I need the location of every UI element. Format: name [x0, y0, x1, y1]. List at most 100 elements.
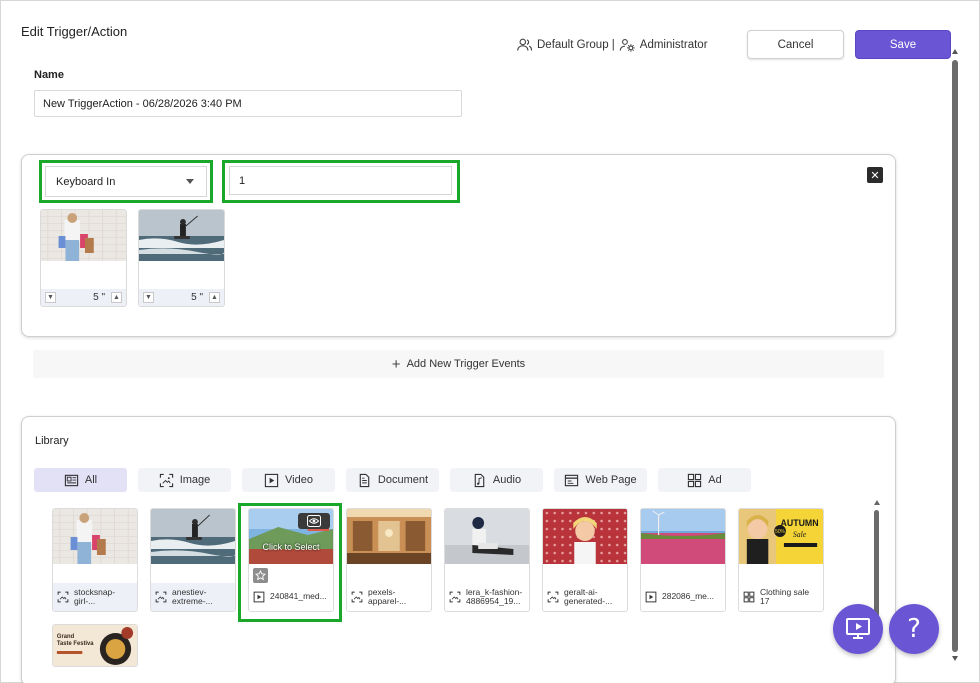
add-trigger-events-button[interactable]: + Add New Trigger Events — [33, 350, 884, 378]
ad-sale-text: Sale — [793, 530, 807, 539]
library-item-name: geralt-ai-generated-... — [564, 587, 613, 606]
image-icon — [155, 591, 167, 603]
cancel-button[interactable]: Cancel — [747, 30, 844, 59]
name-label: Name — [34, 69, 64, 81]
tab-label: Video — [285, 474, 313, 486]
ai-woman-thumbnail — [543, 509, 627, 564]
library-scroll-up-icon[interactable] — [874, 500, 880, 505]
food-festival-thumbnail: Grand Taste Festiva — [53, 625, 137, 666]
library-item-name: Clothing sale 17 — [760, 587, 810, 606]
ad-title-text: AUTUMN — [781, 518, 819, 528]
ad-icon — [688, 473, 702, 487]
admin-gear-icon — [619, 39, 635, 52]
festival-line-2: Taste Festiva — [57, 641, 94, 647]
increase-duration-button[interactable]: ▲ — [209, 292, 220, 303]
duration-control: ▼ 5 " ▲ — [139, 289, 224, 306]
image-icon — [159, 473, 173, 487]
tab-label: Web Page — [585, 474, 637, 486]
increase-duration-button[interactable]: ▲ — [111, 292, 122, 303]
ad-icon — [743, 591, 755, 603]
user-group-icon — [517, 38, 533, 51]
library-item-name: stocksnap-girl-... — [74, 587, 116, 606]
tab-ad[interactable]: Ad — [658, 468, 751, 492]
tab-label: Document — [377, 474, 429, 486]
trigger-item[interactable]: ▼ 5 " ▲ — [138, 209, 225, 307]
group-name: Default Group | — [537, 38, 615, 51]
library-item[interactable]: Grand Taste Festiva — [52, 624, 138, 667]
image-icon — [57, 591, 69, 603]
duration-value[interactable]: 5 " — [93, 292, 105, 303]
plus-icon: + — [391, 355, 401, 373]
library-item[interactable]: 282086_me... — [640, 508, 726, 612]
kitesurf-thumbnail — [151, 509, 235, 564]
trigger-type-value: Keyboard In — [56, 175, 116, 188]
library-item-label: Clothing sale 17 — [739, 583, 823, 611]
kitesurf-thumbnail — [139, 210, 224, 261]
apparel-store-thumbnail — [347, 509, 431, 564]
library-item-name: anestiev-extreme-... — [172, 587, 213, 606]
shopping-girl-thumbnail — [41, 210, 126, 261]
library-item[interactable]: anestiev-extreme-... — [150, 508, 236, 612]
autumn-sale-thumbnail: AUTUMN Sale 50% — [739, 509, 823, 564]
decrease-duration-button[interactable]: ▼ — [45, 292, 56, 303]
audio-icon — [474, 473, 485, 487]
tab-label: Audio — [492, 474, 522, 486]
all-icon — [64, 474, 79, 486]
library-item-name: pexels-apparel-... — [368, 587, 407, 606]
image-icon — [547, 591, 559, 603]
tab-web-page[interactable]: Web Page — [554, 468, 647, 492]
library-item-label: pexels-apparel-... — [347, 583, 431, 611]
tab-label: Image — [179, 474, 211, 486]
library-item[interactable]: AUTUMN Sale 50% Clothing sale 17 — [738, 508, 824, 612]
tab-all[interactable]: All — [34, 468, 127, 492]
library-title: Library — [35, 435, 69, 447]
question-mark-icon: ? — [907, 614, 921, 644]
library-scrollbar[interactable] — [874, 510, 879, 620]
tab-audio[interactable]: Audio — [450, 468, 543, 492]
library-item-label: stocksnap-girl-... — [53, 583, 137, 611]
library-item-label: geralt-ai-generated-... — [543, 583, 627, 611]
save-button[interactable]: Save — [855, 30, 951, 59]
library-item-name: lera_k-fashion-4886954_19... — [466, 587, 523, 606]
library-item-name: 282086_me... — [662, 592, 714, 602]
library-item[interactable]: lera_k-fashion-4886954_19... — [444, 508, 530, 612]
page-scroll-up-icon[interactable] — [952, 49, 958, 54]
selected-item-highlight — [238, 503, 342, 622]
name-input[interactable]: New TriggerAction - 06/28/2026 3:40 PM — [34, 90, 462, 117]
tab-image[interactable]: Image — [138, 468, 231, 492]
video-icon — [645, 591, 657, 603]
tab-label: Ad — [708, 474, 722, 486]
library-item[interactable]: geralt-ai-generated-... — [542, 508, 628, 612]
document-icon — [359, 473, 370, 487]
dropdown-arrow-icon — [186, 179, 194, 184]
trigger-type-select[interactable]: Keyboard In — [45, 166, 207, 197]
fashion-model-thumbnail — [445, 509, 529, 564]
page-scroll-down-icon[interactable] — [952, 656, 958, 661]
tab-video[interactable]: Video — [242, 468, 335, 492]
trigger-item[interactable]: ▼ 5 " ▲ — [40, 209, 127, 307]
user-info: Default Group | Administrator — [516, 36, 708, 53]
image-icon — [449, 591, 461, 603]
library-item-label: 282086_me... — [641, 583, 725, 611]
page-title: Edit Trigger/Action — [21, 24, 128, 39]
tab-document[interactable]: Document — [346, 468, 439, 492]
web-page-icon — [565, 474, 579, 486]
image-icon — [351, 591, 363, 603]
decrease-duration-button[interactable]: ▼ — [143, 292, 154, 303]
edit-trigger-dialog: Edit Trigger/Action Default Group | Admi… — [0, 0, 980, 683]
library-item[interactable]: pexels-apparel-... — [346, 508, 432, 612]
key-input[interactable]: 1 — [229, 166, 452, 195]
library-item[interactable]: stocksnap-girl-... — [52, 508, 138, 612]
preview-player-button[interactable] — [833, 604, 883, 654]
help-button[interactable]: ? — [889, 604, 939, 654]
page-scrollbar[interactable] — [952, 60, 958, 652]
tulip-field-thumbnail — [641, 509, 725, 564]
tab-label: All — [84, 474, 98, 486]
duration-value[interactable]: 5 " — [191, 292, 203, 303]
library-item-label: anestiev-extreme-... — [151, 583, 235, 611]
close-icon[interactable]: ✕ — [867, 167, 883, 183]
library-item-label: lera_k-fashion-4886954_19... — [445, 583, 529, 611]
duration-control: ▼ 5 " ▲ — [41, 289, 126, 306]
festival-line-1: Grand — [57, 634, 75, 640]
shopping-girl-thumbnail — [53, 509, 137, 564]
